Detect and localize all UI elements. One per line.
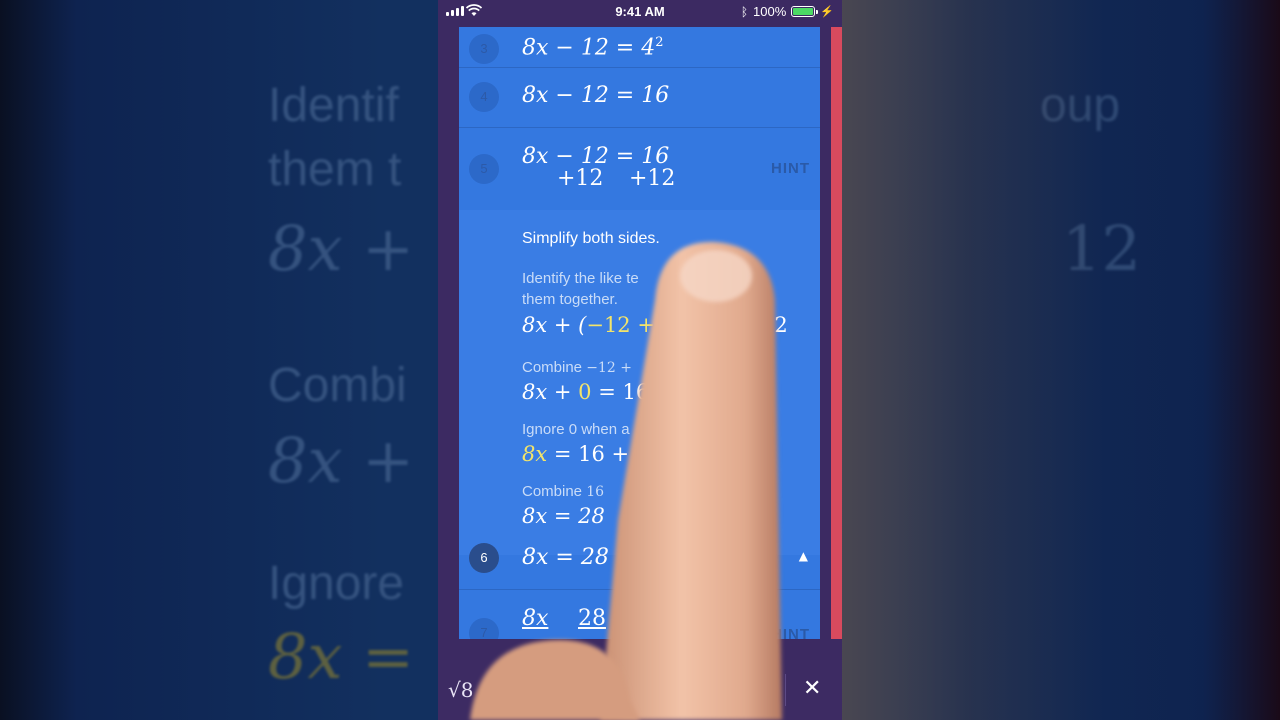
step-equation-line2: +12 [557,166,604,191]
explanation-title: Simplify both sides. [522,230,660,247]
next-card-edge[interactable] [831,27,842,639]
step-number: 5 [469,154,499,184]
explanation-text-2: Combine −12 + [522,359,632,376]
hint-button[interactable]: HINT [771,626,810,639]
step-row-7[interactable]: 7 8x 28 HINT [459,590,820,639]
step-row-4[interactable]: 4 8x − 12 = 16 [459,67,820,128]
battery-percent: 100% [753,4,787,19]
battery-icon [791,6,819,17]
bg-text-4: Combi [268,359,407,412]
explanation-text-4: Combine 16 [522,483,605,500]
bg-text-5: 8x + [268,424,415,497]
step-number: 6 [469,543,499,573]
fraction-numerator-right: 28 [578,606,606,631]
bg-text-2: them t [268,143,402,196]
bg-shade [840,0,1280,720]
step-equation: 8x − 12 = 42 [522,35,664,61]
close-icon[interactable]: ✕ [803,676,821,701]
step-equation-line3: +12 [629,166,676,191]
step-row-6[interactable]: 6 8x = 28 ▲ [459,535,820,590]
explanation-text-1: Identify the like te oup them together. [522,270,728,308]
step-number: 4 [469,82,499,112]
math-input-preview[interactable]: √8 [448,678,473,702]
status-bar: 9:41 AM ᛒ 100% ⚡ [438,0,842,24]
step-row-5[interactable]: 5 8x − 12 = 16 +12 +12 HINT [459,128,820,211]
step-equation: 8x − 12 = 16 [522,83,670,108]
bg-text-6: Ignore [268,557,405,610]
collapse-chevron-up-icon[interactable]: ▲ [799,549,808,563]
explanation-math-3: 8x = 16 + 12 [522,442,663,466]
bg-text-1: Identif [268,79,399,132]
step-row-3[interactable]: 3 8x − 12 = 42 [459,27,820,68]
bottom-toolbar: √8 ✕ [438,660,842,720]
explanation-math-4: 8x = 28 [522,504,605,528]
step-number: 7 [469,618,499,639]
explanation-math-1: 8x + (−12 + 1 12 [522,313,788,337]
bg-text-3: 8x + [268,212,415,285]
steps-card[interactable]: 3 8x − 12 = 42 4 8x − 12 = 16 5 8x − 12 … [459,27,820,639]
hint-button[interactable]: HINT [771,160,810,177]
toolbar-divider [785,674,786,706]
step-number: 3 [469,34,499,64]
bg-text-7: 8x = [268,620,415,693]
charging-icon: ⚡ [820,6,834,18]
explanation-math-2: 8x + 0 = 16 + [522,380,674,404]
step-equation: 8x = 28 [522,545,609,570]
step-explanation: Simplify both sides. Identify the like t… [459,210,820,555]
phone-screen: 9:41 AM ᛒ 100% ⚡ 3 8x − 12 = 42 4 8x − 1… [438,0,842,720]
explanation-text-3: Ignore 0 when a [522,421,630,438]
bluetooth-icon: ᛒ [740,4,749,19]
fraction-numerator-left: 8x [522,606,549,631]
